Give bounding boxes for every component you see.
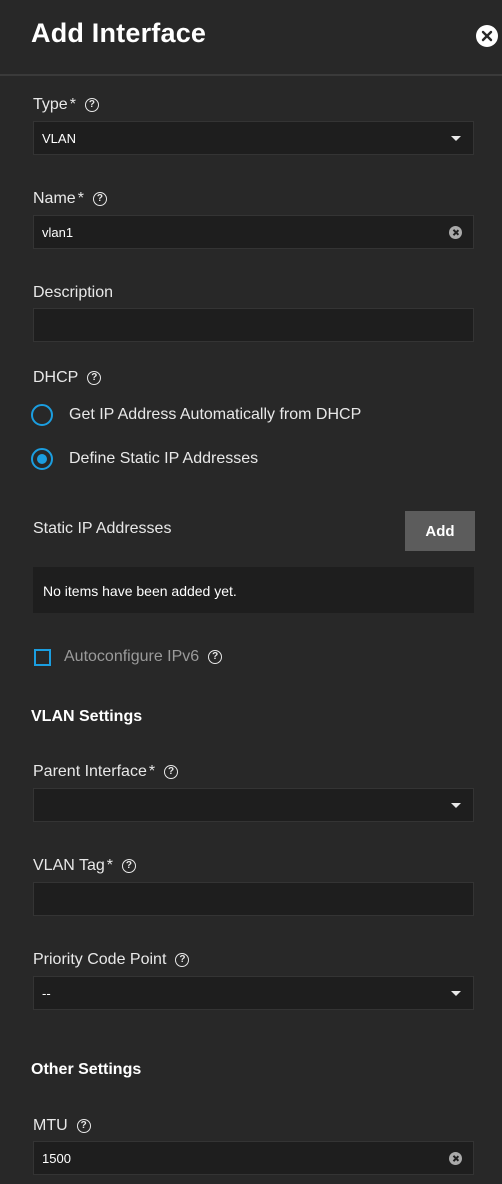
type-label: Type * ? — [33, 95, 99, 115]
radio-dhcp-auto[interactable]: Get IP Address Automatically from DHCP — [31, 403, 361, 427]
empty-list-message: No items have been added yet. — [43, 583, 237, 599]
page-title: Add Interface — [31, 18, 207, 48]
vlan-tag-label: VLAN Tag * ? — [33, 856, 136, 876]
chevron-down-icon — [451, 136, 461, 141]
help-icon[interactable]: ? — [175, 953, 190, 967]
checkbox[interactable] — [34, 648, 51, 666]
static-ip-list: No items have been added yet. — [33, 567, 474, 613]
autoconfigure-ipv6-checkbox-row[interactable]: Autoconfigure IPv6 ? — [34, 647, 223, 667]
clear-icon[interactable] — [449, 226, 462, 239]
priority-code-point-select[interactable]: -- — [33, 976, 474, 1010]
type-select[interactable]: VLAN — [33, 121, 474, 155]
chevron-down-icon — [451, 991, 461, 996]
help-icon[interactable]: ? — [92, 192, 107, 206]
close-icon[interactable] — [476, 25, 498, 47]
radio-button-checked[interactable] — [31, 448, 53, 470]
name-label: Name * ? — [33, 189, 107, 209]
help-icon[interactable]: ? — [84, 98, 99, 112]
priority-code-point-label: Priority Code Point ? — [33, 950, 190, 970]
static-ip-label: Static IP Addresses — [33, 520, 172, 537]
chevron-down-icon — [451, 803, 461, 808]
mtu-input[interactable]: 1500 — [33, 1141, 474, 1175]
panel-header: Add Interface — [0, 0, 502, 76]
help-icon[interactable]: ? — [76, 1119, 91, 1133]
parent-interface-select[interactable] — [33, 788, 474, 822]
parent-interface-label: Parent Interface * ? — [33, 762, 179, 782]
help-icon[interactable]: ? — [121, 859, 136, 873]
radio-static-ip[interactable]: Define Static IP Addresses — [31, 447, 258, 471]
radio-button[interactable] — [31, 404, 53, 426]
mtu-label: MTU ? — [33, 1116, 91, 1136]
vlan-tag-input[interactable] — [33, 882, 474, 916]
description-input[interactable] — [33, 308, 474, 342]
name-input[interactable]: vlan1 — [33, 215, 474, 249]
clear-icon[interactable] — [449, 1152, 462, 1165]
help-icon[interactable]: ? — [87, 371, 102, 385]
help-icon[interactable]: ? — [164, 765, 179, 779]
section-heading-other-settings: Other Settings — [31, 1061, 142, 1078]
section-heading-vlan-settings: VLAN Settings — [31, 708, 143, 725]
help-icon[interactable]: ? — [208, 650, 223, 664]
description-label: Description — [33, 284, 114, 301]
dhcp-label: DHCP ? — [33, 368, 102, 388]
add-static-ip-button[interactable]: Add — [405, 511, 475, 551]
